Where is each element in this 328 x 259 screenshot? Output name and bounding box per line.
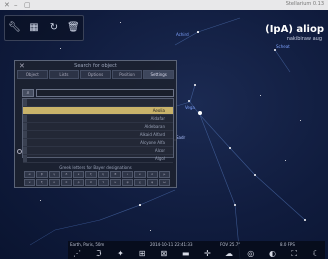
star-label: Achird [176, 32, 189, 37]
list-item[interactable]: Algol [23, 155, 173, 163]
star-label: Vega [185, 105, 195, 110]
greek-letter-button[interactable]: γ [48, 171, 60, 178]
selected-object-subtitle: nakibiraw aug [286, 36, 322, 42]
star[interactable] [234, 204, 236, 206]
greek-letter-keyboard: αβγδεζηθικλμ νξοπρστυφχψω [24, 171, 170, 186]
radio-button[interactable] [17, 149, 22, 154]
greek-letter-button[interactable]: ι [122, 171, 134, 178]
greek-letter-button[interactable]: σ [85, 179, 97, 186]
dialog-tabs: Object Lists Options Position Settings [17, 70, 174, 79]
constellation-labels-icon[interactable]: ℑ [92, 250, 106, 258]
sky-view[interactable]: ✕ – ▢ Stellarium 0.13 Achird Scheat Vega… [0, 0, 328, 259]
results-list[interactable]: Aeolia Aldafar Aldebaran Alkaid Alfard A… [17, 98, 174, 163]
greek-letter-button[interactable]: χ [134, 179, 146, 186]
greek-letter-button[interactable]: τ [97, 179, 109, 186]
star[interactable] [139, 204, 141, 206]
greek-letter-button[interactable]: λ [146, 171, 158, 178]
search-input[interactable] [36, 89, 174, 97]
greek-letter-button[interactable]: υ [109, 179, 121, 186]
tab-object[interactable]: Object [17, 70, 48, 79]
star[interactable] [274, 49, 276, 51]
tab-settings[interactable]: Settings [143, 70, 174, 79]
star[interactable] [194, 84, 196, 86]
list-item[interactable]: Alkaid Alfard [23, 131, 173, 139]
search-dialog: ✕ Search for object Object Lists Options… [14, 60, 177, 188]
list-item[interactable]: Alcyone Alfa [23, 139, 173, 147]
star-label: Sadr [176, 135, 186, 140]
greek-letter-button[interactable]: μ [158, 171, 170, 178]
datetime-text: 2014-10-11 22:41:33 [150, 242, 193, 247]
star[interactable] [254, 174, 256, 176]
list-item-selected[interactable]: Aeolia [23, 107, 173, 115]
planets-labels-icon[interactable]: ◐ [265, 250, 279, 258]
refresh-icon[interactable]: ↻ [48, 22, 60, 34]
greek-letter-button[interactable]: ω [158, 179, 170, 186]
tab-options[interactable]: Options [80, 70, 111, 79]
location-text: Earth, Paris, 50m [70, 242, 105, 247]
greek-letter-button[interactable]: ρ [73, 179, 85, 186]
nebulae-icon[interactable]: ◎ [244, 250, 258, 258]
wrench-icon[interactable]: 🔧︎ [8, 22, 21, 34]
list-item[interactable]: Alcor [23, 147, 173, 155]
fov-text: FOV 25.7° [220, 242, 241, 247]
greek-letter-button[interactable]: κ [134, 171, 146, 178]
greek-letter-button[interactable]: ο [48, 179, 60, 186]
azimuthal-grid-icon[interactable]: ⊠ [157, 250, 171, 258]
grid-icon[interactable]: ▦ [28, 22, 40, 34]
atmosphere-icon[interactable]: ☁︎ [222, 250, 236, 258]
greek-letter-button[interactable]: π [60, 179, 72, 186]
star [40, 200, 41, 201]
list-item[interactable]: Aldebaran [23, 123, 173, 131]
star [285, 160, 286, 161]
bottom-bar: Earth, Paris, 50m 2014-10-11 22:41:33 FO… [68, 241, 325, 259]
tab-position[interactable]: Position [111, 70, 143, 79]
star [300, 120, 301, 121]
greek-letter-button[interactable]: α [24, 171, 36, 178]
greek-letter-button[interactable]: θ [109, 171, 121, 178]
star [260, 95, 261, 96]
star[interactable] [304, 219, 306, 221]
star[interactable] [188, 100, 190, 102]
greek-letters-hint: Greek letters for Bayer designations [59, 165, 132, 170]
trash-icon[interactable]: 🗑︎ [67, 22, 80, 34]
fps-text: 8.0 FPS [280, 242, 295, 247]
bright-star[interactable] [198, 111, 202, 115]
constellation-lines-icon[interactable]: ⋰ [70, 250, 84, 258]
star[interactable] [229, 147, 231, 149]
greek-letter-button[interactable]: η [97, 171, 109, 178]
view-buttons: ⋰ ℑ ✦ ⊞ ⊠ ▬ ✛ ☁︎ ◎ ◐ ⛶ ☾ [70, 249, 323, 259]
search-row: ⌕ [22, 89, 174, 97]
ground-icon[interactable]: ▬ [179, 250, 193, 258]
star [120, 22, 121, 23]
greek-letter-button[interactable]: ζ [85, 171, 97, 178]
list-item[interactable] [23, 99, 173, 107]
search-icon[interactable]: ⌕ [22, 89, 34, 97]
greek-letter-button[interactable]: ξ [36, 179, 48, 186]
tab-lists[interactable]: Lists [48, 70, 80, 79]
night-mode-icon[interactable]: ☾ [309, 250, 323, 258]
greek-letter-button[interactable]: ψ [146, 179, 158, 186]
star [60, 48, 61, 49]
selected-object-name: (IpA) aliop [265, 24, 324, 35]
star [150, 230, 151, 231]
star[interactable] [197, 31, 199, 33]
dialog-title: Search for object [74, 63, 117, 69]
greek-letter-button[interactable]: β [36, 171, 48, 178]
cardinal-points-icon[interactable]: ✛ [200, 250, 214, 258]
greek-letter-button[interactable]: φ [122, 179, 134, 186]
fullscreen-icon[interactable]: ⛶ [287, 250, 301, 258]
greek-letter-button[interactable]: δ [60, 171, 72, 178]
star-label: Scheat [276, 44, 290, 49]
greek-letter-button[interactable]: ν [24, 179, 36, 186]
equatorial-grid-icon[interactable]: ⊞ [135, 250, 149, 258]
settings-toolbar: 🔧︎ ▦ ↻ 🗑︎ [4, 15, 84, 41]
greek-letter-button[interactable]: ε [73, 171, 85, 178]
status-line: Earth, Paris, 50m 2014-10-11 22:41:33 FO… [70, 242, 323, 248]
constellation-art-icon[interactable]: ✦ [113, 250, 127, 258]
list-item[interactable]: Aldafar [23, 115, 173, 123]
